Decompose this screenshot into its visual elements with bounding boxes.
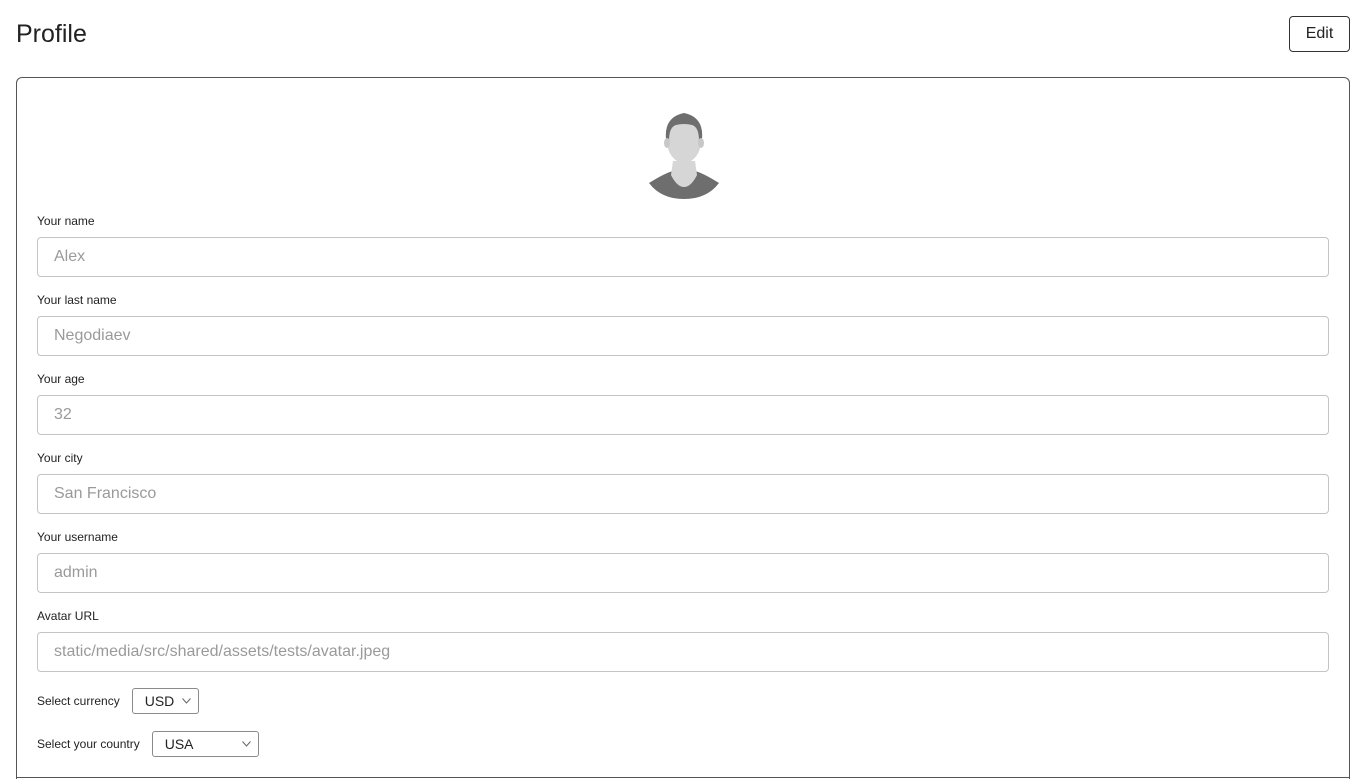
age-label: Your age (37, 372, 85, 386)
chevron-down-icon (182, 696, 192, 706)
city-label: Your city (37, 451, 83, 465)
currency-value: USD (144, 693, 175, 709)
username-input[interactable]: admin (37, 553, 1329, 593)
chevron-down-icon (242, 739, 252, 749)
avatar-url-label: Avatar URL (37, 609, 99, 623)
edit-button[interactable]: Edit (1289, 16, 1350, 52)
currency-select[interactable]: USD (131, 688, 199, 714)
currency-label: Select currency (37, 694, 120, 708)
currency-row: Select currency USD (37, 688, 199, 714)
name-label: Your name (37, 214, 95, 228)
card-bottom-border (16, 777, 1350, 778)
profile-card: Your name Alex Your last name Negodiaev … (16, 77, 1350, 779)
age-input[interactable]: 32 (37, 395, 1329, 435)
avatar-url-input[interactable]: static/media/src/shared/assets/tests/ava… (37, 632, 1329, 672)
country-label: Select your country (37, 737, 140, 751)
username-label: Your username (37, 530, 118, 544)
city-input[interactable]: San Francisco (37, 474, 1329, 514)
country-row: Select your country USA (37, 731, 259, 757)
last-name-input[interactable]: Negodiaev (37, 316, 1329, 356)
page-title: Profile (16, 20, 87, 48)
name-input[interactable]: Alex (37, 237, 1329, 277)
country-value: USA (164, 736, 194, 752)
avatar-icon (649, 113, 719, 199)
last-name-label: Your last name (37, 293, 117, 307)
country-select[interactable]: USA (151, 731, 259, 757)
